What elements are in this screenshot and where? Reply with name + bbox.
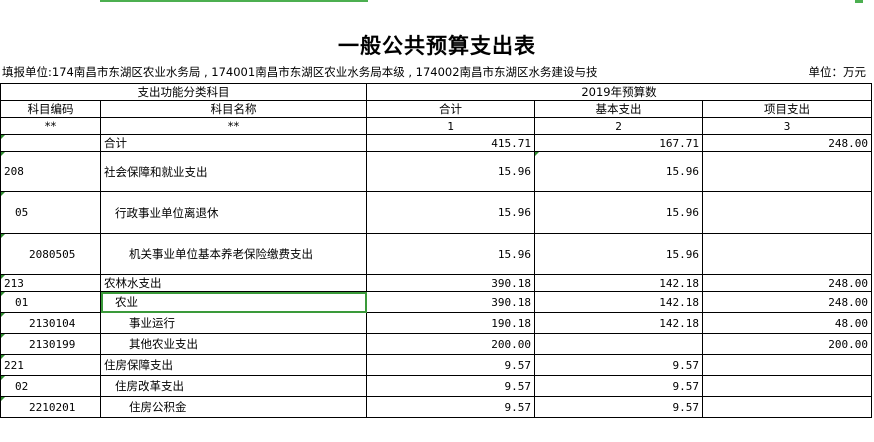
row-code[interactable]: 01 xyxy=(0,291,101,313)
row-project[interactable] xyxy=(702,396,872,418)
row-total[interactable]: 390.18 xyxy=(366,274,535,292)
row-total[interactable]: 15.96 xyxy=(366,151,535,192)
row-project[interactable] xyxy=(702,191,872,234)
row-basic[interactable]: 142.18 xyxy=(534,291,703,313)
row-code[interactable]: 02 xyxy=(0,375,101,397)
col-name-header[interactable]: 科目名称 xyxy=(100,100,367,118)
row-basic[interactable]: 142.18 xyxy=(534,274,703,292)
row-code[interactable]: 2130199 xyxy=(0,333,101,355)
row-name[interactable]: 社会保障和就业支出 xyxy=(100,151,367,192)
row-code[interactable]: 208 xyxy=(0,151,101,192)
table-row: 01 农业 390.18 142.18 248.00 xyxy=(0,291,872,313)
unit-label: 单位：万元 xyxy=(808,65,867,79)
idx-basic[interactable]: 2 xyxy=(534,117,703,135)
col-project-header[interactable]: 项目支出 xyxy=(702,100,872,118)
budget-table: 支出功能分类科目 2019年预算数 科目编码 科目名称 合计 基本支出 项目支出… xyxy=(0,83,872,418)
row-code[interactable]: 2130104 xyxy=(0,312,101,334)
name-mark[interactable]: ** xyxy=(100,117,367,135)
report-title: 一般公共预算支出表 xyxy=(338,33,536,58)
row-project[interactable]: 248.00 xyxy=(702,291,872,313)
row-name[interactable]: 农林水支出 xyxy=(100,274,367,292)
row-name[interactable]: 住房公积金 xyxy=(100,396,367,418)
row-basic[interactable]: 15.96 xyxy=(534,233,703,275)
group-header-right[interactable]: 2019年预算数 xyxy=(366,83,872,101)
row-total[interactable]: 9.57 xyxy=(366,354,535,376)
row-total[interactable]: 15.96 xyxy=(366,233,535,275)
code-mark[interactable]: ** xyxy=(0,117,101,135)
table-row: 2210201 住房公积金 9.57 9.57 xyxy=(0,396,872,418)
row-project[interactable]: 248.00 xyxy=(702,134,872,152)
row-basic[interactable]: 142.18 xyxy=(534,312,703,334)
group-header-left[interactable]: 支出功能分类科目 xyxy=(0,83,367,101)
row-project[interactable] xyxy=(702,375,872,397)
row-name[interactable]: 机关事业单位基本养老保险缴费支出 xyxy=(100,233,367,275)
row-project[interactable]: 200.00 xyxy=(702,333,872,355)
table-row: 2130104 事业运行 190.18 142.18 48.00 xyxy=(0,312,872,334)
row-total[interactable]: 415.71 xyxy=(366,134,535,152)
row-name[interactable]: 合计 xyxy=(100,134,367,152)
row-total[interactable]: 9.57 xyxy=(366,375,535,397)
row-code[interactable]: 2080505 xyxy=(0,233,101,275)
selected-cell[interactable]: 农业 xyxy=(100,291,367,313)
col-code-header[interactable]: 科目编码 xyxy=(0,100,101,118)
row-basic[interactable]: 15.96 xyxy=(534,191,703,234)
row-code[interactable]: 221 xyxy=(0,354,101,376)
row-basic[interactable]: 15.96 xyxy=(534,151,703,192)
table-row: 2130199 其他农业支出 200.00 200.00 xyxy=(0,333,872,355)
row-name[interactable]: 事业运行 xyxy=(100,312,367,334)
row-code[interactable]: 2210201 xyxy=(0,396,101,418)
row-project[interactable] xyxy=(702,354,872,376)
col-basic-header[interactable]: 基本支出 xyxy=(534,100,703,118)
row-project[interactable]: 248.00 xyxy=(702,274,872,292)
row-basic[interactable]: 9.57 xyxy=(534,354,703,376)
header-row-columns: 科目编码 科目名称 合计 基本支出 项目支出 xyxy=(0,100,872,118)
report-meta: 填报单位:174南昌市东湖区农业水务局 , 174001南昌市东湖区农业水务局本… xyxy=(2,64,870,82)
idx-total[interactable]: 1 xyxy=(366,117,535,135)
row-total[interactable]: 200.00 xyxy=(366,333,535,355)
header-row-index: ** ** 1 2 3 xyxy=(0,117,872,135)
row-total[interactable]: 390.18 xyxy=(366,291,535,313)
row-total[interactable]: 190.18 xyxy=(366,312,535,334)
row-project[interactable] xyxy=(702,151,872,192)
row-basic[interactable]: 9.57 xyxy=(534,396,703,418)
row-total[interactable]: 15.96 xyxy=(366,191,535,234)
idx-project[interactable]: 3 xyxy=(702,117,872,135)
row-project[interactable]: 48.00 xyxy=(702,312,872,334)
table-row: 2080505 机关事业单位基本养老保险缴费支出 15.96 15.96 xyxy=(0,233,872,275)
row-basic[interactable]: 9.57 xyxy=(534,375,703,397)
col-total-header[interactable]: 合计 xyxy=(366,100,535,118)
row-project[interactable] xyxy=(702,233,872,275)
row-name[interactable]: 住房保障支出 xyxy=(100,354,367,376)
header-row-group: 支出功能分类科目 2019年预算数 xyxy=(0,83,872,101)
table-row: 213 农林水支出 390.18 142.18 248.00 xyxy=(0,274,872,292)
row-name[interactable]: 行政事业单位离退休 xyxy=(100,191,367,234)
active-column-indicator xyxy=(100,0,368,2)
table-row: 221 住房保障支出 9.57 9.57 xyxy=(0,354,872,376)
cell-marker xyxy=(855,0,863,3)
row-total[interactable]: 9.57 xyxy=(366,396,535,418)
table-row: 05 行政事业单位离退休 15.96 15.96 xyxy=(0,191,872,234)
row-code[interactable] xyxy=(0,134,101,152)
table-row: 02 住房改革支出 9.57 9.57 xyxy=(0,375,872,397)
row-code[interactable]: 213 xyxy=(0,274,101,292)
row-basic[interactable]: 167.71 xyxy=(534,134,703,152)
row-name[interactable]: 其他农业支出 xyxy=(100,333,367,355)
row-basic[interactable] xyxy=(534,333,703,355)
table-row: 合计 415.71 167.71 248.00 xyxy=(0,134,872,152)
row-code[interactable]: 05 xyxy=(0,191,101,234)
fill-unit-text: 填报单位:174南昌市东湖区农业水务局 , 174001南昌市东湖区农业水务局本… xyxy=(2,65,598,79)
row-name[interactable]: 住房改革支出 xyxy=(100,375,367,397)
table-row: 208 社会保障和就业支出 15.96 15.96 xyxy=(0,151,872,192)
